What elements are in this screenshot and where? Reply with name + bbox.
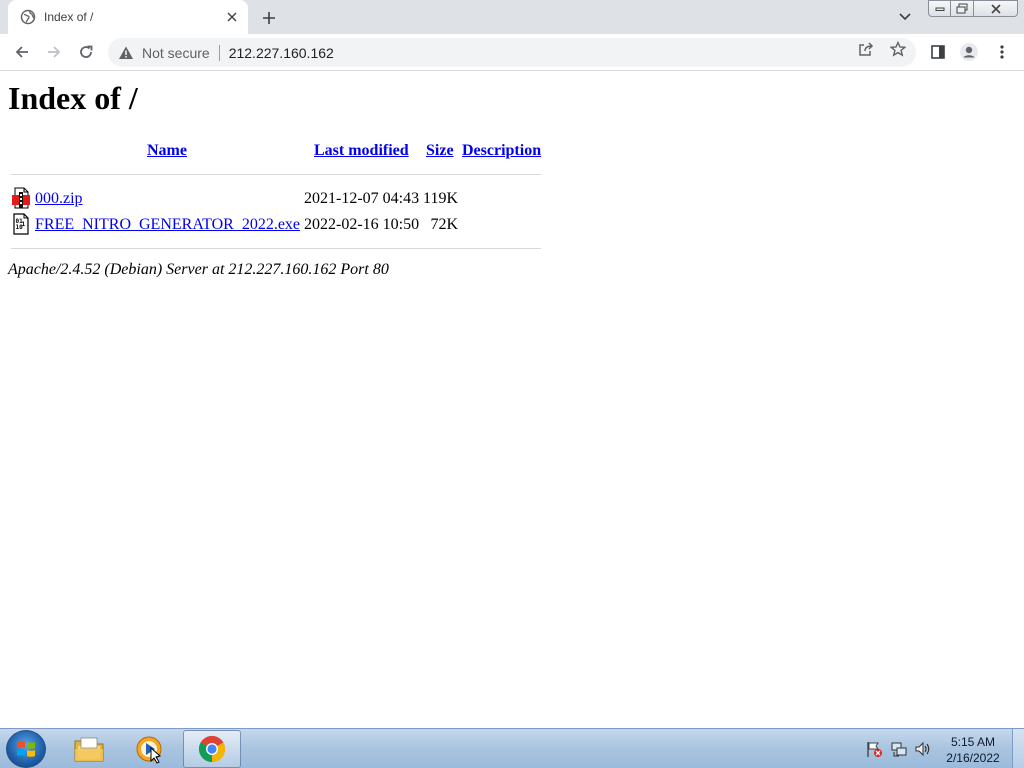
svg-text:1: 1 — [22, 221, 26, 228]
file-size: 72K — [430, 216, 458, 233]
clock-time: 5:15 AM — [950, 735, 996, 749]
action-center-flag-icon[interactable] — [864, 739, 884, 759]
page-title: Index of / — [8, 80, 138, 116]
windows-logo-icon — [17, 741, 35, 757]
sort-by-description-link[interactable]: Description — [462, 142, 541, 160]
taskbar-file-explorer[interactable] — [60, 730, 118, 768]
server-signature: Apache/2.4.52 (Debian) Server at 212.227… — [8, 261, 389, 278]
tab-strip: Index of / — [0, 0, 1024, 34]
url-text[interactable]: 212.227.160.162 — [229, 45, 334, 61]
table-row: 01 10 1 FREE_NITRO_GENERATOR_2022.exe 20… — [8, 212, 544, 238]
address-bar[interactable]: Not secure 212.227.160.162 — [108, 38, 916, 67]
sort-by-size-link[interactable]: Size — [426, 142, 454, 160]
bookmark-star-icon[interactable] — [889, 41, 907, 57]
more-options-icon[interactable] — [992, 42, 1012, 62]
minimize-button[interactable] — [928, 0, 951, 17]
network-icon[interactable] — [889, 739, 909, 759]
volume-icon[interactable] — [913, 739, 933, 759]
forward-icon[interactable] — [44, 42, 64, 62]
show-desktop-button[interactable] — [1012, 729, 1024, 768]
file-modified: 2022-02-16 10:50 — [304, 216, 420, 233]
share-icon[interactable] — [857, 41, 875, 57]
file-modified: 2021-12-07 04:43 — [304, 190, 420, 207]
restore-button[interactable] — [951, 0, 974, 17]
close-window-button[interactable] — [974, 0, 1018, 17]
clock-date: 2/16/2022 — [946, 751, 1000, 765]
listing-header: Name Last modified Size Description — [8, 139, 544, 163]
start-button[interactable] — [6, 730, 46, 768]
chevron-down-icon[interactable] — [896, 9, 914, 25]
sort-by-modified-link[interactable]: Last modified — [314, 142, 409, 160]
new-tab-button[interactable] — [258, 7, 280, 29]
browser-tab[interactable]: Index of / — [8, 0, 248, 34]
globe-icon — [20, 9, 36, 25]
file-link[interactable]: FREE_NITRO_GENERATOR_2022.exe — [35, 216, 300, 234]
window-controls — [928, 0, 1018, 18]
system-clock[interactable]: 5:15 AM 2/16/2022 — [940, 734, 1006, 766]
taskbar-chrome[interactable] — [183, 730, 241, 768]
back-icon[interactable] — [12, 42, 32, 62]
directory-listing: Name Last modified Size Description 000. — [8, 139, 544, 249]
media-player-icon — [136, 736, 162, 764]
tab-title: Index of / — [44, 10, 94, 24]
taskbar: 5:15 AM 2/16/2022 — [0, 728, 1024, 768]
page-content: Index of / Name Last modified Size Descr… — [0, 71, 1024, 728]
warning-icon[interactable] — [118, 45, 134, 61]
file-link[interactable]: 000.zip — [35, 190, 83, 208]
footer-divider — [11, 248, 541, 249]
reload-icon[interactable] — [76, 42, 96, 62]
file-size: 119K — [423, 190, 458, 207]
chrome-icon — [198, 735, 226, 763]
binary-file-icon: 01 10 1 — [11, 213, 31, 235]
omnibox-divider — [218, 44, 220, 61]
sort-by-name-link[interactable]: Name — [147, 142, 187, 160]
side-panel-icon[interactable] — [928, 42, 948, 62]
table-row: 000.zip 2021-12-07 04:43 119K — [8, 186, 544, 212]
browser-toolbar: Not secure 212.227.160.162 — [0, 34, 1024, 71]
taskbar-media-player[interactable] — [120, 730, 178, 768]
compressed-file-icon — [11, 187, 31, 209]
security-status[interactable]: Not secure — [142, 45, 210, 61]
profile-avatar-icon[interactable] — [959, 42, 979, 62]
file-explorer-icon — [74, 737, 104, 762]
close-tab-icon[interactable] — [224, 9, 240, 25]
